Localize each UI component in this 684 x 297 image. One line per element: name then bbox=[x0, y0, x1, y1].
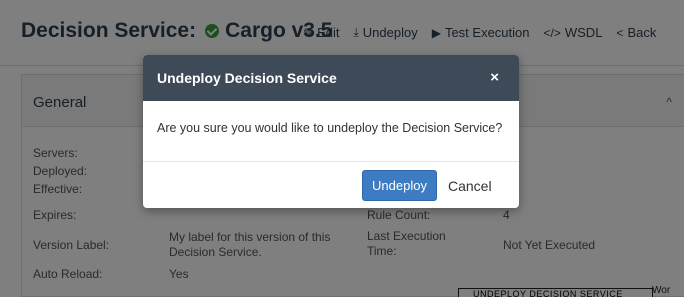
cancel-button[interactable]: Cancel bbox=[448, 178, 492, 194]
modal-title: Undeploy Decision Service bbox=[157, 70, 337, 86]
modal-message: Are you sure you would like to undeploy … bbox=[157, 121, 503, 135]
modal-footer: Undeploy Cancel bbox=[143, 161, 519, 208]
close-icon[interactable]: × bbox=[490, 69, 499, 86]
confirm-undeploy-button[interactable]: Undeploy bbox=[362, 170, 437, 201]
undeploy-modal: Undeploy Decision Service × Are you sure… bbox=[143, 55, 519, 208]
modal-header: Undeploy Decision Service × bbox=[143, 55, 519, 101]
